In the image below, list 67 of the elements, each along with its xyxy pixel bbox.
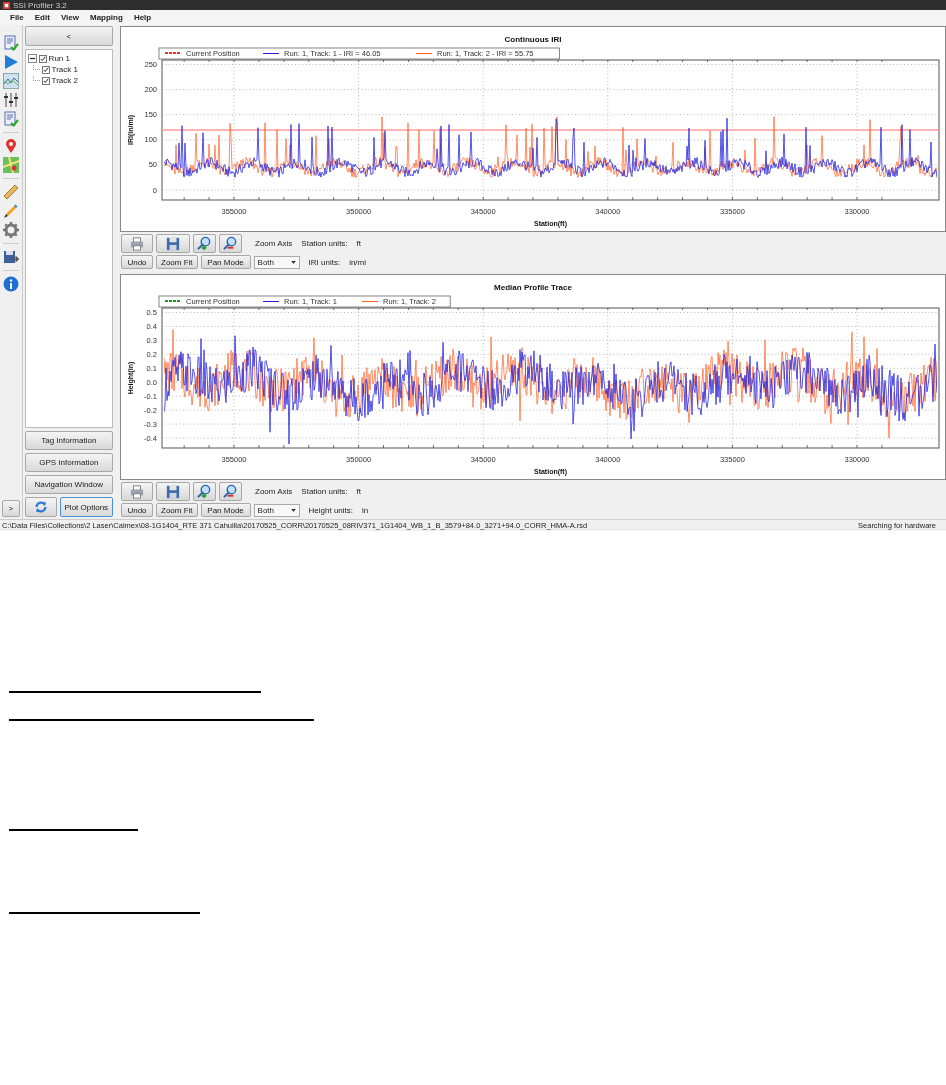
save-icon[interactable] bbox=[2, 249, 19, 265]
zoom-out-icon bbox=[223, 236, 238, 251]
printer-icon bbox=[130, 484, 144, 499]
zoom-out-button[interactable] bbox=[219, 234, 242, 253]
window-title: SSI Profiler 3.2 bbox=[13, 0, 67, 10]
zoom-axis-label: Zoom Axis bbox=[255, 487, 293, 496]
zoom-in-button[interactable] bbox=[193, 234, 216, 253]
refresh-icon bbox=[33, 500, 48, 514]
checkbox[interactable] bbox=[41, 65, 50, 74]
zoom-in-button[interactable] bbox=[193, 482, 216, 501]
zoom-out-button[interactable] bbox=[219, 482, 242, 501]
save-button[interactable] bbox=[156, 482, 190, 501]
toolbar-button[interactable]: Undo bbox=[121, 255, 153, 269]
refresh-button[interactable] bbox=[24, 497, 57, 517]
field-label: Station units: bbox=[301, 239, 348, 248]
expander-icon[interactable] bbox=[27, 54, 37, 63]
chart-title: Median Profile Trace bbox=[494, 283, 572, 292]
zoom-in-icon bbox=[197, 236, 212, 251]
toolbar-button[interactable]: Pan Mode bbox=[200, 503, 251, 517]
toolbar-button[interactable]: Zoom Fit bbox=[156, 255, 198, 269]
panel-button[interactable]: GPS Information bbox=[24, 453, 113, 472]
checkbox[interactable] bbox=[38, 54, 47, 63]
field-value: ft bbox=[356, 487, 362, 496]
field-label: Height units: bbox=[308, 505, 354, 515]
zoom-axis-label: Zoom Axis bbox=[255, 239, 293, 248]
report-check-icon[interactable] bbox=[2, 111, 19, 127]
print-button[interactable] bbox=[121, 234, 153, 253]
menu-item[interactable]: View bbox=[60, 13, 79, 22]
caret-icon bbox=[290, 508, 296, 512]
menu-item[interactable]: Help bbox=[133, 13, 152, 22]
toolbar-button[interactable]: Undo bbox=[121, 503, 153, 517]
checkbox[interactable] bbox=[41, 76, 50, 85]
printer-icon bbox=[130, 236, 144, 251]
info-icon[interactable] bbox=[2, 276, 19, 292]
plot-options-button[interactable]: Plot Options bbox=[59, 497, 113, 517]
field-value: ft bbox=[356, 239, 362, 248]
gear-icon[interactable] bbox=[2, 222, 19, 238]
field-value: in bbox=[362, 505, 369, 515]
tree-item[interactable]: Track 2 bbox=[51, 76, 78, 85]
ruler-icon[interactable] bbox=[2, 184, 19, 200]
chart-title: Continuous IRI bbox=[504, 35, 562, 44]
expand-button[interactable]: > bbox=[1, 500, 20, 517]
report-check-icon[interactable] bbox=[2, 35, 19, 51]
pencil-icon[interactable] bbox=[2, 203, 19, 219]
panel-button[interactable]: Navigation Window bbox=[24, 475, 113, 494]
zoom-out-icon bbox=[223, 484, 238, 499]
zoom-in-icon bbox=[197, 484, 212, 499]
menu-item[interactable]: File bbox=[10, 13, 24, 22]
toolbar-button[interactable]: Zoom Fit bbox=[156, 503, 198, 517]
field-label: IRI units: bbox=[308, 257, 341, 267]
field-value: in/mi bbox=[349, 257, 367, 267]
map-icon[interactable] bbox=[2, 157, 19, 173]
menu-item[interactable]: Edit bbox=[34, 13, 50, 22]
axis-dropdown[interactable]: Both bbox=[253, 255, 300, 269]
menu-item[interactable]: Mapping bbox=[90, 13, 123, 22]
play-icon[interactable] bbox=[2, 54, 19, 70]
toolbar-button[interactable]: Pan Mode bbox=[200, 255, 251, 269]
sliders-icon[interactable] bbox=[2, 92, 19, 108]
panel-button[interactable]: Tag Information bbox=[24, 431, 113, 450]
tree-item[interactable]: Run 1 bbox=[48, 54, 70, 63]
print-button[interactable] bbox=[121, 482, 153, 501]
axis-dropdown[interactable]: Both bbox=[253, 503, 300, 517]
save-button[interactable] bbox=[156, 234, 190, 253]
field-label: Station units: bbox=[301, 487, 348, 496]
caret-icon bbox=[290, 260, 296, 264]
tree-item[interactable]: Track 1 bbox=[51, 65, 78, 74]
collapse-button[interactable]: < bbox=[24, 26, 113, 46]
